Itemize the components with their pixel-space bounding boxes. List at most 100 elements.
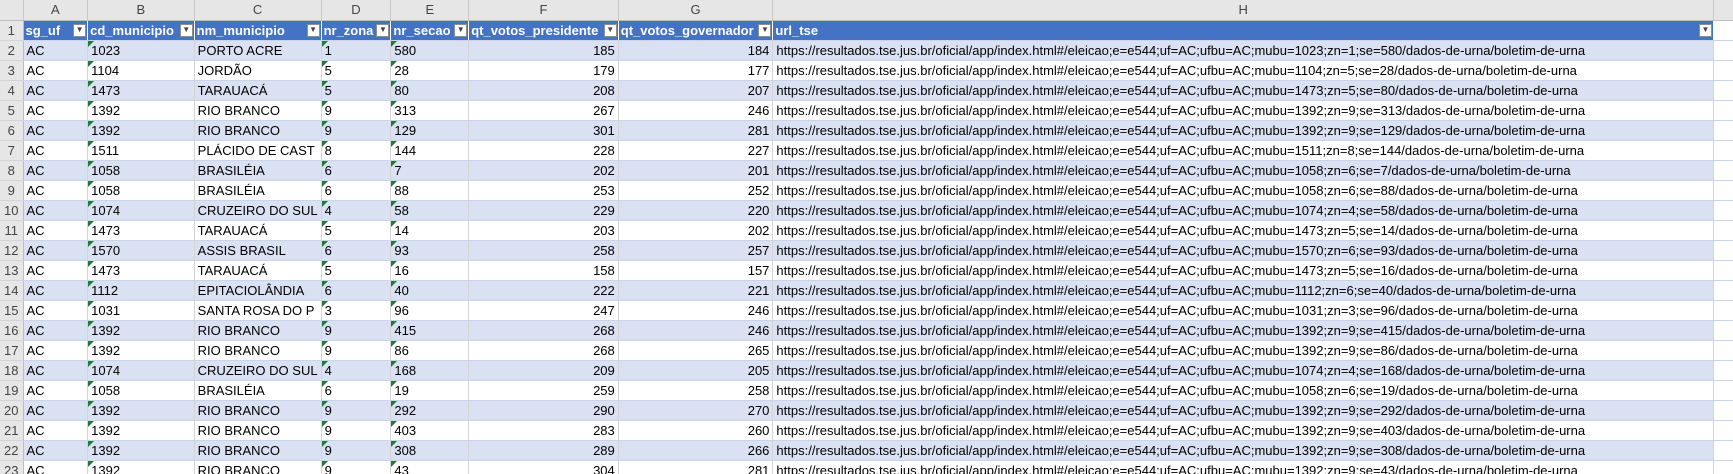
cell-url-tse[interactable]: https://resultados.tse.jus.br/oficial/ap… (772, 220, 1714, 241)
row-header[interactable]: 14 (0, 280, 24, 301)
cell-qt-votos-governador[interactable]: 281 (618, 120, 774, 141)
cell-qt-votos-presidente[interactable]: 222 (468, 280, 619, 301)
cell-nm-municipio[interactable]: RIO BRANCO (194, 440, 322, 461)
cell-nm-municipio[interactable]: RIO BRANCO (194, 100, 322, 121)
cell-url-tse[interactable]: https://resultados.tse.jus.br/oficial/ap… (772, 320, 1714, 341)
cell-nr-secao[interactable]: 93 (390, 240, 470, 261)
cell-qt-votos-governador[interactable]: 246 (618, 300, 774, 321)
cell-sg-uf[interactable]: AC (23, 260, 89, 281)
cell-url-tse[interactable]: https://resultados.tse.jus.br/oficial/ap… (772, 440, 1714, 461)
cell-cd-municipio[interactable]: 1392 (87, 420, 195, 441)
cell-nr-zona[interactable]: 9 (321, 420, 392, 441)
cell-cd-municipio[interactable]: 1511 (87, 140, 195, 161)
cell-qt-votos-governador[interactable]: 221 (618, 280, 774, 301)
column-header-e[interactable]: E (390, 0, 470, 21)
cell-qt-votos-governador[interactable]: 157 (618, 260, 774, 281)
cell-cd-municipio[interactable]: 1473 (87, 80, 195, 101)
cell-sg-uf[interactable]: AC (23, 200, 89, 221)
empty-cell[interactable] (1713, 180, 1733, 201)
row-header[interactable]: 22 (0, 440, 24, 461)
cell-sg-uf[interactable]: AC (23, 340, 89, 361)
empty-cell[interactable] (1713, 400, 1733, 421)
cell-cd-municipio[interactable]: 1058 (87, 380, 195, 401)
cell-nm-municipio[interactable]: PLÁCIDO DE CAST (194, 140, 322, 161)
cell-nr-secao[interactable]: 43 (390, 460, 470, 474)
column-header-b[interactable]: B (87, 0, 195, 21)
cell-nm-municipio[interactable]: RIO BRANCO (194, 420, 322, 441)
cell-qt-votos-presidente[interactable]: 289 (468, 440, 619, 461)
cell-cd-municipio[interactable]: 1392 (87, 460, 195, 474)
cell-cd-municipio[interactable]: 1392 (87, 100, 195, 121)
cell-nr-secao[interactable]: 88 (390, 180, 470, 201)
cell-nr-secao[interactable]: 96 (390, 300, 470, 321)
cell-cd-municipio[interactable]: 1392 (87, 320, 195, 341)
row-header[interactable]: 9 (0, 180, 24, 201)
empty-cell[interactable] (1713, 140, 1733, 161)
cell-nr-zona[interactable]: 9 (321, 460, 392, 474)
cell-qt-votos-governador[interactable]: 260 (618, 420, 774, 441)
cell-nm-municipio[interactable]: RIO BRANCO (194, 340, 322, 361)
cell-nm-municipio[interactable]: BRASILÉIA (194, 160, 322, 181)
row-header[interactable]: 1 (0, 20, 24, 41)
cell-nr-zona[interactable]: 5 (321, 60, 392, 81)
cell-qt-votos-governador[interactable]: 227 (618, 140, 774, 161)
header-cell-url-tse[interactable]: url_tse ▼ (772, 20, 1714, 41)
empty-cell[interactable] (1713, 200, 1733, 221)
cell-nr-secao[interactable]: 403 (390, 420, 470, 441)
filter-dropdown-icon[interactable]: ▼ (306, 23, 320, 37)
filter-dropdown-icon[interactable]: ▼ (603, 23, 617, 37)
cell-nr-zona[interactable]: 6 (321, 240, 392, 261)
cell-qt-votos-governador[interactable]: 266 (618, 440, 774, 461)
cell-qt-votos-governador[interactable]: 246 (618, 100, 774, 121)
cell-cd-municipio[interactable]: 1473 (87, 220, 195, 241)
row-header[interactable]: 12 (0, 240, 24, 261)
empty-cell[interactable] (1713, 160, 1733, 181)
cell-sg-uf[interactable]: AC (23, 80, 89, 101)
cell-sg-uf[interactable]: AC (23, 440, 89, 461)
row-header[interactable]: 11 (0, 220, 24, 241)
cell-nr-secao[interactable]: 16 (390, 260, 470, 281)
cell-sg-uf[interactable]: AC (23, 220, 89, 241)
cell-qt-votos-governador[interactable]: 257 (618, 240, 774, 261)
cell-url-tse[interactable]: https://resultados.tse.jus.br/oficial/ap… (772, 280, 1714, 301)
cell-cd-municipio[interactable]: 1392 (87, 120, 195, 141)
cell-nr-zona[interactable]: 5 (321, 260, 392, 281)
cell-cd-municipio[interactable]: 1570 (87, 240, 195, 261)
empty-cell[interactable] (1713, 240, 1733, 261)
cell-qt-votos-presidente[interactable]: 209 (468, 360, 619, 381)
empty-cell[interactable] (1713, 80, 1733, 101)
row-header[interactable]: 21 (0, 420, 24, 441)
cell-nm-municipio[interactable]: JORDÃO (194, 60, 322, 81)
cell-qt-votos-presidente[interactable]: 268 (468, 320, 619, 341)
cell-nm-municipio[interactable]: RIO BRANCO (194, 400, 322, 421)
cell-nm-municipio[interactable]: BRASILÉIA (194, 180, 322, 201)
cell-sg-uf[interactable]: AC (23, 300, 89, 321)
cell-qt-votos-presidente[interactable]: 301 (468, 120, 619, 141)
cell-url-tse[interactable]: https://resultados.tse.jus.br/oficial/ap… (772, 360, 1714, 381)
cell-nm-municipio[interactable]: RIO BRANCO (194, 460, 322, 474)
cell-nr-zona[interactable]: 8 (321, 140, 392, 161)
empty-cell[interactable] (1713, 100, 1733, 121)
empty-cell[interactable] (1713, 420, 1733, 441)
cell-sg-uf[interactable]: AC (23, 40, 89, 61)
cell-qt-votos-governador[interactable]: 202 (618, 220, 774, 241)
cell-qt-votos-presidente[interactable]: 228 (468, 140, 619, 161)
cell-sg-uf[interactable]: AC (23, 240, 89, 261)
header-cell-sg-uf[interactable]: sg_uf ▼ (23, 20, 89, 41)
empty-cell[interactable] (1713, 340, 1733, 361)
cell-nr-secao[interactable]: 19 (390, 380, 470, 401)
cell-sg-uf[interactable]: AC (23, 100, 89, 121)
empty-cell[interactable] (1713, 60, 1733, 81)
cell-url-tse[interactable]: https://resultados.tse.jus.br/oficial/ap… (772, 260, 1714, 281)
cell-qt-votos-presidente[interactable]: 283 (468, 420, 619, 441)
cell-url-tse[interactable]: https://resultados.tse.jus.br/oficial/ap… (772, 60, 1714, 81)
row-header[interactable]: 5 (0, 100, 24, 121)
cell-cd-municipio[interactable]: 1392 (87, 440, 195, 461)
cell-sg-uf[interactable]: AC (23, 380, 89, 401)
select-all-corner[interactable] (0, 0, 24, 21)
cell-nr-zona[interactable]: 6 (321, 180, 392, 201)
cell-url-tse[interactable]: https://resultados.tse.jus.br/oficial/ap… (772, 340, 1714, 361)
cell-url-tse[interactable]: https://resultados.tse.jus.br/oficial/ap… (772, 120, 1714, 141)
row-header[interactable]: 13 (0, 260, 24, 281)
cell-nr-zona[interactable]: 6 (321, 160, 392, 181)
